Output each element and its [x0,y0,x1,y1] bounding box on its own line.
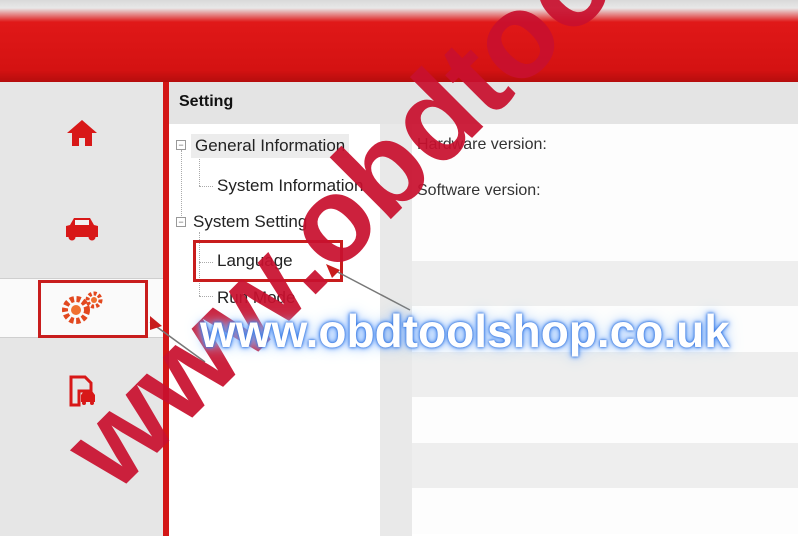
settings-highlight-box [38,280,148,338]
tree-connector [199,186,213,187]
language-highlight-box [193,240,343,282]
detail-row [412,397,798,443]
detail-row-software: Software version: [412,169,798,215]
home-icon [66,120,97,146]
top-banner [0,0,798,82]
detail-row [412,351,798,397]
software-version-label: Software version: [417,181,541,199]
tree-connector [199,156,200,186]
sidebar-item-report[interactable] [0,362,163,420]
hardware-version-label: Hardware version: [417,136,547,153]
detail-row [412,488,798,534]
tree-item-system-setting[interactable]: System Setting [193,212,307,232]
vehicle-report-icon [69,375,95,407]
detail-row-hardware: Hardware version: [412,124,798,170]
tree-connector [199,296,213,297]
detail-row [412,215,798,261]
page-header: Setting [169,82,798,125]
watermark-text: www.obdtoolshop.co.uk [200,305,730,357]
collapse-icon[interactable]: − [176,140,186,150]
sidebar-item-home[interactable] [0,104,163,162]
page-title: Setting [179,93,234,110]
sidebar-item-vehicle[interactable] [0,200,163,258]
tree-item-general-information[interactable]: General Information [191,134,350,158]
collapse-icon[interactable]: − [176,217,186,227]
tree-connector [181,150,182,220]
car-icon [65,218,98,241]
detail-row [412,442,798,488]
tree-item-system-information[interactable]: System Information [217,176,363,196]
detail-row [412,260,798,306]
